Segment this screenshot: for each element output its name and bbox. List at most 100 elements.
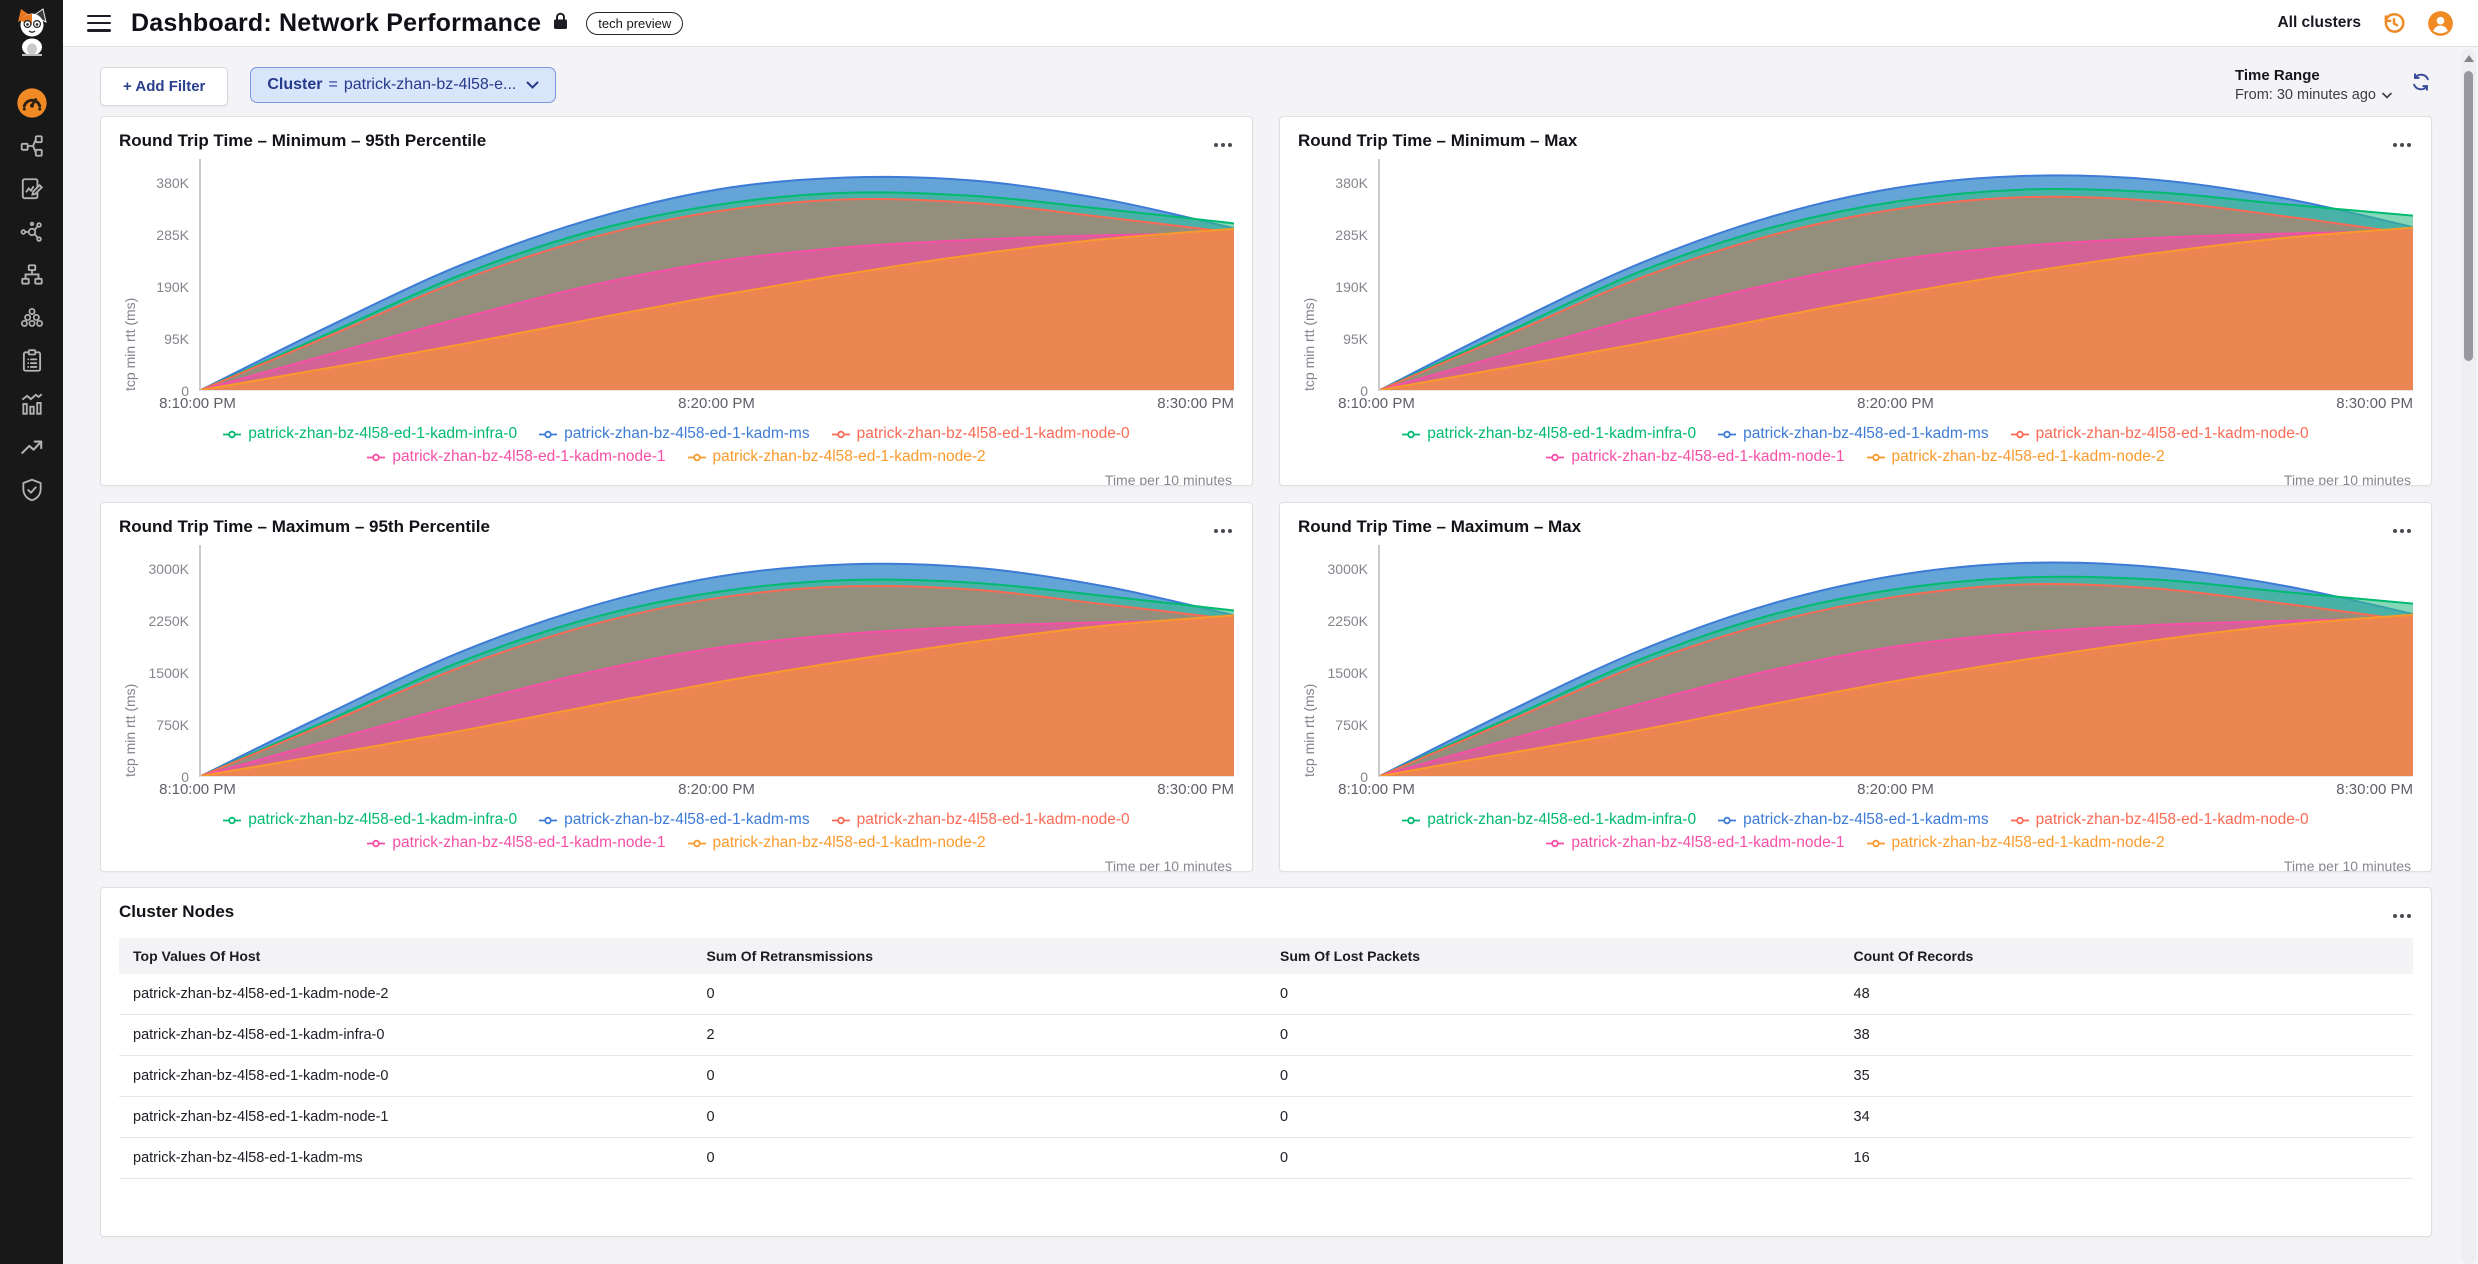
legend-label: patrick-zhan-bz-4l58-ed-1-kadm-infra-0	[1427, 425, 1696, 443]
sidebar-item-tasks[interactable]	[12, 341, 52, 381]
history-icon[interactable]	[2381, 10, 2407, 36]
sidebar-item-clusters[interactable]	[12, 298, 52, 338]
x-tick: 8:30:00 PM	[2336, 395, 2413, 412]
area-chart[interactable]	[1378, 545, 2413, 777]
legend-item[interactable]: patrick-zhan-bz-4l58-ed-1-kadm-node-1	[367, 834, 665, 852]
table-cell: 16	[1840, 1138, 2414, 1179]
add-filter-button[interactable]: + Add Filter	[100, 67, 228, 106]
trend-arrow-icon	[19, 434, 45, 460]
table-column-header[interactable]: Top Values Of Host	[119, 938, 693, 974]
legend-marker-icon	[832, 816, 850, 825]
table-cell: patrick-zhan-bz-4l58-ed-1-kadm-infra-0	[119, 1015, 693, 1056]
y-tick: 2250K	[149, 613, 189, 629]
legend-item[interactable]: patrick-zhan-bz-4l58-ed-1-kadm-node-0	[832, 425, 1130, 443]
legend-item[interactable]: patrick-zhan-bz-4l58-ed-1-kadm-node-0	[2011, 811, 2309, 829]
legend-item[interactable]: patrick-zhan-bz-4l58-ed-1-kadm-node-1	[367, 448, 665, 466]
menu-icon[interactable]	[87, 15, 111, 32]
legend-item[interactable]: patrick-zhan-bz-4l58-ed-1-kadm-node-1	[1546, 448, 1844, 466]
legend-item[interactable]: patrick-zhan-bz-4l58-ed-1-kadm-infra-0	[223, 425, 517, 443]
network-topology-icon	[19, 133, 45, 159]
legend-item[interactable]: patrick-zhan-bz-4l58-ed-1-kadm-infra-0	[1402, 811, 1696, 829]
time-range-value[interactable]: From: 30 minutes ago	[2235, 87, 2392, 103]
legend-marker-icon	[2011, 430, 2029, 439]
table-cell: 0	[1266, 1056, 1840, 1097]
legend-item[interactable]: patrick-zhan-bz-4l58-ed-1-kadm-ms	[539, 425, 810, 443]
y-axis-ticks: 380K285K190K95K0	[141, 159, 199, 391]
legend-marker-icon	[1546, 453, 1564, 462]
sidebar-item-analytics[interactable]	[12, 384, 52, 424]
page-title: Dashboard: Network Performance	[131, 9, 541, 38]
legend-item[interactable]: patrick-zhan-bz-4l58-ed-1-kadm-infra-0	[223, 811, 517, 829]
y-tick: 95K	[164, 331, 189, 347]
y-tick: 1500K	[1328, 665, 1368, 681]
area-chart[interactable]	[1378, 159, 2413, 391]
legend-item[interactable]: patrick-zhan-bz-4l58-ed-1-kadm-ms	[1718, 425, 1989, 443]
legend-marker-icon	[688, 839, 706, 848]
panel-options-button[interactable]	[2391, 515, 2413, 542]
user-avatar-icon[interactable]	[2427, 10, 2454, 37]
table-row[interactable]: patrick-zhan-bz-4l58-ed-1-kadm-node-2004…	[119, 974, 2413, 1015]
sidebar-item-dashboards[interactable]	[12, 83, 52, 123]
panel-options-button[interactable]	[1212, 129, 1234, 156]
table-cell: 0	[693, 1138, 1267, 1179]
cat-mascot-logo[interactable]	[10, 6, 54, 61]
scroll-up-arrow[interactable]	[2464, 55, 2474, 62]
table-cell: 38	[1840, 1015, 2414, 1056]
table-column-header[interactable]: Sum Of Lost Packets	[1266, 938, 1840, 974]
table-cell: 48	[1840, 974, 2414, 1015]
legend-label: patrick-zhan-bz-4l58-ed-1-kadm-node-1	[1571, 448, 1844, 466]
x-tick: 8:30:00 PM	[2336, 781, 2413, 798]
cluster-filter-chip[interactable]: Cluster = patrick-zhan-bz-4l58-e...	[250, 67, 556, 103]
legend-label: patrick-zhan-bz-4l58-ed-1-kadm-node-2	[1892, 448, 2165, 466]
sidebar-item-infrastructure[interactable]	[12, 255, 52, 295]
sidebar-item-topology[interactable]	[12, 126, 52, 166]
legend-item[interactable]: patrick-zhan-bz-4l58-ed-1-kadm-ms	[539, 811, 810, 829]
legend-item[interactable]: patrick-zhan-bz-4l58-ed-1-kadm-node-1	[1546, 834, 1844, 852]
legend-item[interactable]: patrick-zhan-bz-4l58-ed-1-kadm-node-2	[688, 448, 986, 466]
sidebar-item-reports[interactable]	[12, 169, 52, 209]
all-clusters-selector[interactable]: All clusters	[2277, 14, 2361, 32]
table-row[interactable]: patrick-zhan-bz-4l58-ed-1-kadm-ms0016	[119, 1138, 2413, 1179]
y-tick: 95K	[1343, 331, 1368, 347]
table-cell: patrick-zhan-bz-4l58-ed-1-kadm-node-0	[119, 1056, 693, 1097]
gauge-icon	[16, 87, 48, 119]
table-cell: 0	[1266, 974, 1840, 1015]
y-axis-label: tcp min rtt (ms)	[119, 159, 141, 391]
table-column-header[interactable]: Count Of Records	[1840, 938, 2414, 974]
scrollbar-thumb[interactable]	[2464, 71, 2473, 361]
refresh-icon[interactable]	[2410, 71, 2432, 93]
y-tick: 750K	[1335, 717, 1368, 733]
table-cell: 35	[1840, 1056, 2414, 1097]
x-tick: 8:30:00 PM	[1157, 395, 1234, 412]
panel-options-button[interactable]	[2391, 900, 2413, 927]
legend-item[interactable]: patrick-zhan-bz-4l58-ed-1-kadm-node-0	[2011, 425, 2309, 443]
table-row[interactable]: patrick-zhan-bz-4l58-ed-1-kadm-node-0003…	[119, 1056, 2413, 1097]
panel-options-button[interactable]	[1212, 515, 1234, 542]
sidebar-item-connections[interactable]	[12, 212, 52, 252]
legend-item[interactable]: patrick-zhan-bz-4l58-ed-1-kadm-node-2	[1867, 448, 2165, 466]
chevron-down-icon	[526, 81, 539, 89]
legend-marker-icon	[539, 816, 557, 825]
bar-chart-icon	[19, 391, 45, 417]
cluster-nodes-panel: Cluster Nodes Top Values Of HostSum Of R…	[100, 887, 2432, 1237]
table-row[interactable]: patrick-zhan-bz-4l58-ed-1-kadm-infra-020…	[119, 1015, 2413, 1056]
legend-item[interactable]: patrick-zhan-bz-4l58-ed-1-kadm-node-2	[688, 834, 986, 852]
area-chart[interactable]	[199, 159, 1234, 391]
table-column-header[interactable]: Sum Of Retransmissions	[693, 938, 1267, 974]
sidebar-item-trends[interactable]	[12, 427, 52, 467]
chart-title: Round Trip Time – Maximum – 95th Percent…	[119, 517, 490, 537]
legend-item[interactable]: patrick-zhan-bz-4l58-ed-1-kadm-infra-0	[1402, 425, 1696, 443]
chart-panel-min-95th: Round Trip Time – Minimum – 95th Percent…	[100, 116, 1253, 486]
legend-item[interactable]: patrick-zhan-bz-4l58-ed-1-kadm-node-2	[1867, 834, 2165, 852]
y-tick: 2250K	[1328, 613, 1368, 629]
legend-item[interactable]: patrick-zhan-bz-4l58-ed-1-kadm-ms	[1718, 811, 1989, 829]
y-axis-label: tcp min rtt (ms)	[119, 545, 141, 777]
vertical-scrollbar[interactable]	[2461, 49, 2476, 1264]
sidebar-item-security[interactable]	[12, 470, 52, 510]
legend-label: patrick-zhan-bz-4l58-ed-1-kadm-infra-0	[1427, 811, 1696, 829]
legend-item[interactable]: patrick-zhan-bz-4l58-ed-1-kadm-node-0	[832, 811, 1130, 829]
panel-options-button[interactable]	[2391, 129, 2413, 156]
area-chart[interactable]	[199, 545, 1234, 777]
y-axis-ticks: 3000K2250K1500K750K0	[1320, 545, 1378, 777]
table-row[interactable]: patrick-zhan-bz-4l58-ed-1-kadm-node-1003…	[119, 1097, 2413, 1138]
